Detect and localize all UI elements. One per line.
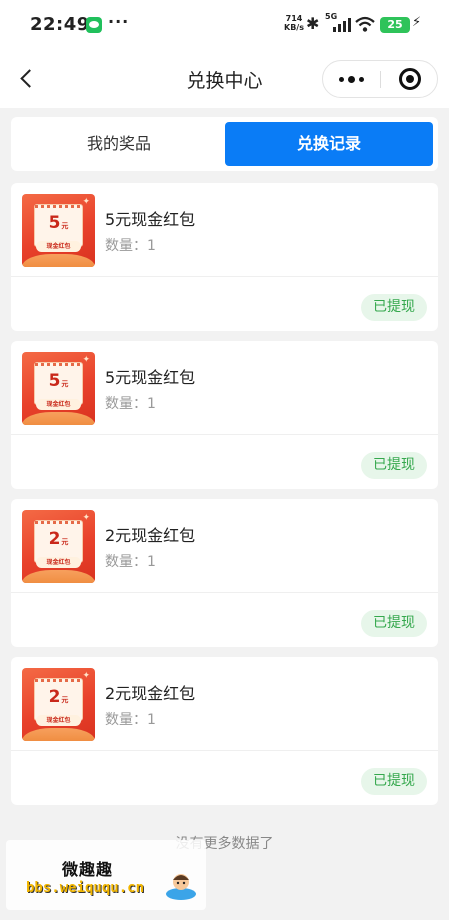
more-dots-icon[interactable] (323, 61, 380, 97)
record-card[interactable]: ✦ 5元 现金红包 5元现金红包 数量：1 已提现 (11, 341, 438, 489)
status-badge: 已提现 (361, 294, 427, 321)
watermark-title: 微趣趣 (62, 860, 114, 879)
prize-name: 5元现金红包 (105, 210, 196, 229)
prize-quantity: 数量：1 (105, 396, 156, 412)
thumbnail-ribbon: 现金红包 (36, 715, 81, 726)
record-card[interactable]: ✦ 2元 现金红包 2元现金红包 数量：1 已提现 (11, 657, 438, 805)
status-badge: 已提现 (361, 610, 427, 637)
tab-my-prizes[interactable]: 我的奖品 (15, 122, 223, 166)
tab-exchange-records[interactable]: 兑换记录 (225, 122, 433, 166)
card-divider (11, 750, 438, 751)
thumbnail-envelope (22, 570, 95, 583)
red-packet-thumbnail: ✦ 5元 现金红包 (22, 194, 95, 267)
card-divider (11, 434, 438, 435)
watermark: 微趣趣 bbs.weiququ.cn (6, 840, 206, 910)
thumbnail-amount: 5元 (48, 371, 69, 391)
thumbnail-amount: 5元 (48, 213, 69, 233)
sparkle-icon: ✦ (82, 513, 90, 523)
red-packet-thumbnail: ✦ 2元 现金红包 (22, 510, 95, 583)
status-time: 22:49 (30, 14, 90, 35)
battery-icon: 25 (380, 17, 410, 33)
record-card[interactable]: ✦ 2元 现金红包 2元现金红包 数量：1 已提现 (11, 499, 438, 647)
thumbnail-amount: 2元 (48, 529, 69, 549)
thumbnail-ribbon: 现金红包 (36, 399, 81, 410)
nav-bar: 兑换中心 (0, 50, 449, 108)
tab-bar: 我的奖品 兑换记录 (11, 117, 438, 171)
thumbnail-amount: 2元 (48, 687, 69, 707)
bluetooth-icon: ✱ (306, 14, 320, 33)
prize-name: 2元现金红包 (105, 684, 196, 703)
record-card[interactable]: ✦ 5元 现金红包 5元现金红包 数量：1 已提现 (11, 183, 438, 331)
red-packet-thumbnail: ✦ 2元 现金红包 (22, 668, 95, 741)
prize-quantity: 数量：1 (105, 554, 156, 570)
prize-quantity: 数量：1 (105, 238, 156, 254)
thumbnail-envelope (22, 254, 95, 267)
sparkle-icon: ✦ (82, 355, 90, 365)
sparkle-icon: ✦ (82, 197, 90, 207)
status-bar: 22:49 ··· 714 KB/s ✱ 5G 25 ⚡ (0, 0, 449, 50)
net-speed-value: 714 (285, 14, 303, 23)
net-speed-unit: KB/s (284, 23, 304, 32)
prize-quantity: 数量：1 (105, 712, 156, 728)
wifi-icon (355, 16, 375, 32)
sparkle-icon: ✦ (82, 671, 90, 681)
net-speed: 714 KB/s (284, 14, 304, 32)
thumbnail-ribbon: 现金红包 (36, 241, 81, 252)
card-divider (11, 276, 438, 277)
red-packet-thumbnail: ✦ 5元 现金红包 (22, 352, 95, 425)
target-close-icon[interactable] (381, 61, 438, 97)
watermark-url: bbs.weiququ.cn (26, 880, 145, 896)
signal-icon (333, 18, 351, 32)
thumbnail-ribbon: 现金红包 (36, 557, 81, 568)
status-badge: 已提现 (361, 452, 427, 479)
prize-name: 5元现金红包 (105, 368, 196, 387)
wechat-icon (86, 17, 102, 33)
thumbnail-envelope (22, 728, 95, 741)
status-more-dots: ··· (108, 12, 130, 31)
thumbnail-envelope (22, 412, 95, 425)
prize-name: 2元现金红包 (105, 526, 196, 545)
status-badge: 已提现 (361, 768, 427, 795)
charging-icon: ⚡ (412, 15, 422, 30)
card-divider (11, 592, 438, 593)
mascot-icon (166, 874, 196, 900)
mini-program-capsule (322, 60, 438, 98)
